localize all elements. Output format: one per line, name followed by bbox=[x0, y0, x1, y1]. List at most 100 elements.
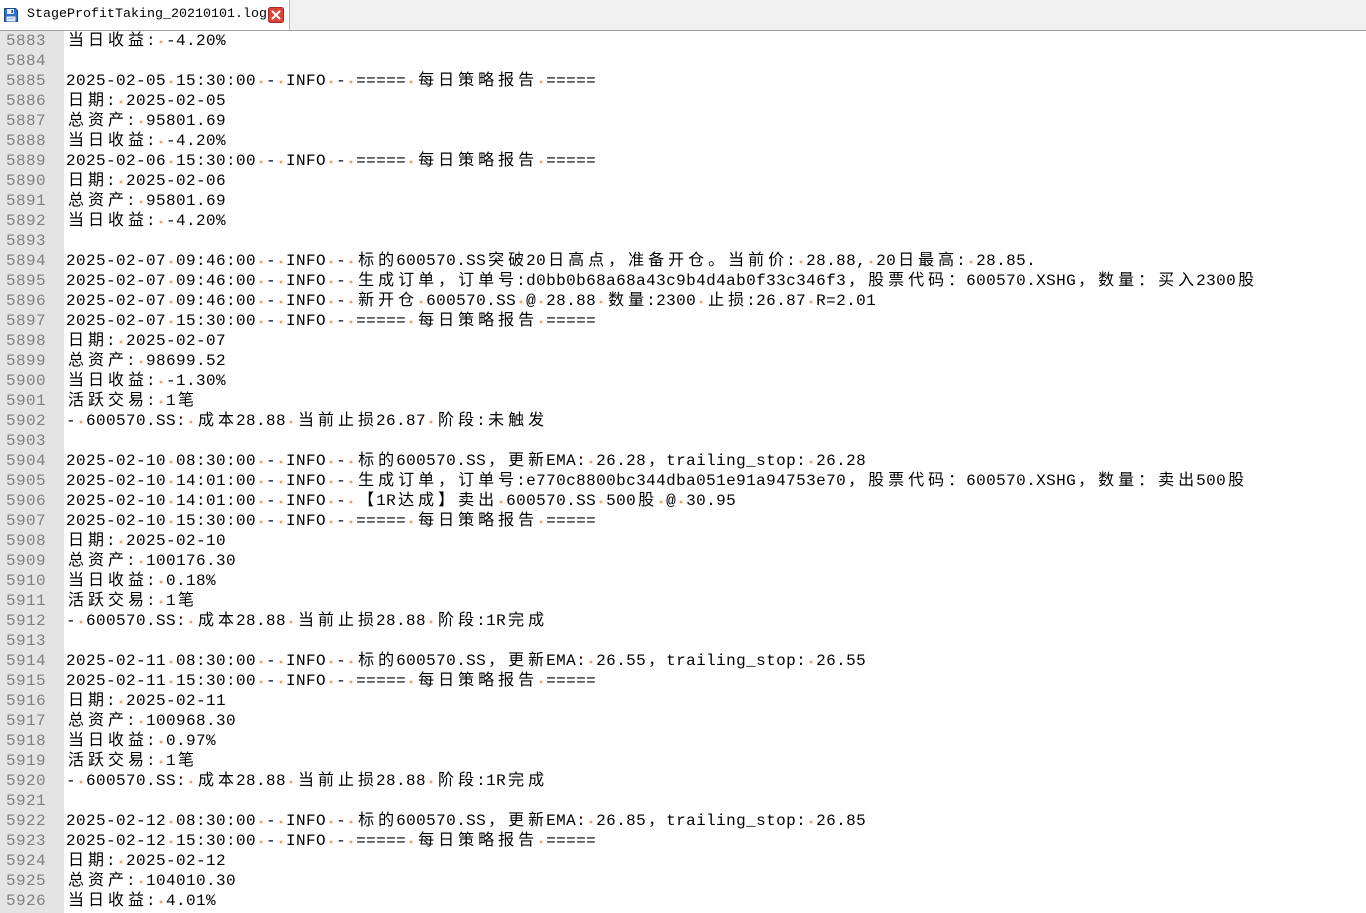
line-text[interactable]: 活跃交易: 1笔 bbox=[66, 591, 196, 611]
editor-line[interactable]: 5901 活跃交易: 1笔 bbox=[0, 391, 1366, 411]
editor-line[interactable]: 5915 2025-02-11 15:30:00 - INFO - ===== 每… bbox=[0, 671, 1366, 691]
whitespace-dot bbox=[116, 331, 127, 351]
editor-line[interactable]: 5895 2025-02-07 09:46:00 - INFO - 生成订单，订单… bbox=[0, 271, 1366, 291]
editor-line[interactable]: 5893 bbox=[0, 231, 1366, 251]
editor-line[interactable]: 5908 日期: 2025-02-10 bbox=[0, 531, 1366, 551]
close-tab-button[interactable] bbox=[268, 7, 284, 23]
editor-line[interactable]: 5903 bbox=[0, 431, 1366, 451]
editor-line[interactable]: 5892 当日收益: -4.20% bbox=[0, 211, 1366, 231]
wide-char: 前 bbox=[318, 412, 335, 430]
editor-line[interactable]: 5897 2025-02-07 15:30:00 - INFO - ===== 每… bbox=[0, 311, 1366, 331]
line-number: 5914 bbox=[6, 652, 47, 670]
editor-line[interactable]: 5899 总资产: 98699.52 bbox=[0, 351, 1366, 371]
line-text[interactable]: 2025-02-11 08:30:00 - INFO - 标的 600570.SS… bbox=[66, 651, 866, 671]
editor-line[interactable]: 5900 当日收益: -1.30% bbox=[0, 371, 1366, 391]
line-text[interactable]: 2025-02-07 15:30:00 - INFO - ===== 每日策略报… bbox=[66, 311, 596, 331]
line-text[interactable]: 日期: 2025-02-05 bbox=[66, 91, 226, 111]
tab-label: StageProfitTaking_20210101.log bbox=[27, 7, 267, 22]
editor-line[interactable]: 5884 bbox=[0, 51, 1366, 71]
line-text[interactable]: - 600570.SS: 成本 28.88 当前止损 28.88 阶段:1R 完成 bbox=[66, 771, 546, 791]
line-text[interactable]: 2025-02-07 09:46:00 - INFO - 生成订单，订单号:d0… bbox=[66, 271, 1256, 291]
editor-line[interactable]: 5888 当日收益: -4.20% bbox=[0, 131, 1366, 151]
editor-line[interactable]: 5919 活跃交易: 1笔 bbox=[0, 751, 1366, 771]
editor-line[interactable]: 5883 当日收益: -4.20% bbox=[0, 31, 1366, 51]
editor-line[interactable]: 5926 当日收益: 4.01% bbox=[0, 891, 1366, 911]
line-text[interactable]: 2025-02-10 14:01:00 - INFO - 生成订单，订单号:e7… bbox=[66, 471, 1246, 491]
line-text[interactable]: 2025-02-10 15:30:00 - INFO - ===== 每日策略报… bbox=[66, 511, 596, 531]
file-tab[interactable]: StageProfitTaking_20210101.log bbox=[0, 0, 290, 30]
wide-char: 成 bbox=[378, 472, 395, 490]
editor-line[interactable]: 5910 当日收益: 0.18% bbox=[0, 571, 1366, 591]
line-text[interactable]: 当日收益: 0.97% bbox=[66, 731, 216, 751]
line-text[interactable]: 2025-02-07 09:46:00 - INFO - 新开仓 600570.… bbox=[66, 291, 876, 311]
editor-area[interactable]: 5883 当日收益: -4.20% 5884 5885 2025-02-05 15:30… bbox=[0, 31, 1366, 913]
editor-line[interactable]: 5920 - 600570.SS: 成本 28.88 当前止损 28.88 阶段:1R… bbox=[0, 771, 1366, 791]
editor-line[interactable]: 5917 总资产: 100968.30 bbox=[0, 711, 1366, 731]
editor-line[interactable]: 5886 日期: 2025-02-05 bbox=[0, 91, 1366, 111]
line-text[interactable]: 日期: 2025-02-11 bbox=[66, 691, 226, 711]
line-text[interactable]: 2025-02-07 09:46:00 - INFO - 标的 600570.SS… bbox=[66, 251, 1036, 271]
line-number: 5919 bbox=[6, 752, 47, 770]
line-text[interactable]: 2025-02-06 15:30:00 - INFO - ===== 每日策略报… bbox=[66, 151, 596, 171]
editor-line[interactable]: 5918 当日收益: 0.97% bbox=[0, 731, 1366, 751]
editor-line[interactable]: 5921 bbox=[0, 791, 1366, 811]
editor-line[interactable]: 5924 日期: 2025-02-12 bbox=[0, 851, 1366, 871]
line-text[interactable]: 活跃交易: 1笔 bbox=[66, 391, 196, 411]
line-text[interactable]: 日期: 2025-02-06 bbox=[66, 171, 226, 191]
wide-char: 更 bbox=[508, 812, 525, 830]
line-text[interactable]: 总资产: 95801.69 bbox=[66, 111, 226, 131]
whitespace-dot bbox=[256, 311, 267, 331]
line-text[interactable]: 2025-02-10 08:30:00 - INFO - 标的 600570.SS… bbox=[66, 451, 866, 471]
editor-line[interactable]: 5907 2025-02-10 15:30:00 - INFO - ===== 每… bbox=[0, 511, 1366, 531]
line-text[interactable]: 日期: 2025-02-10 bbox=[66, 531, 226, 551]
editor-line[interactable]: 5887 总资产: 95801.69 bbox=[0, 111, 1366, 131]
editor-line[interactable]: 5891 总资产: 95801.69 bbox=[0, 191, 1366, 211]
line-text[interactable]: 2025-02-12 15:30:00 - INFO - ===== 每日策略报… bbox=[66, 831, 596, 851]
line-text[interactable]: 日期: 2025-02-07 bbox=[66, 331, 226, 351]
line-text[interactable]: 总资产: 104010.30 bbox=[66, 871, 236, 891]
editor-line[interactable]: 5913 bbox=[0, 631, 1366, 651]
line-text[interactable]: 当日收益: -4.20% bbox=[66, 131, 226, 151]
editor-line[interactable]: 5922 2025-02-12 08:30:00 - INFO - 标的 60057… bbox=[0, 811, 1366, 831]
editor-line[interactable]: 5896 2025-02-07 09:46:00 - INFO - 新开仓 600… bbox=[0, 291, 1366, 311]
line-text[interactable]: 总资产: 100968.30 bbox=[66, 711, 236, 731]
editor-line[interactable]: 5906 2025-02-10 14:01:00 - INFO - 【1R 达成】卖… bbox=[0, 491, 1366, 511]
whitespace-dot bbox=[346, 291, 357, 311]
whitespace-dot bbox=[326, 511, 337, 531]
wide-char: 股 bbox=[1238, 272, 1255, 290]
editor-line[interactable]: 5925 总资产: 104010.30 bbox=[0, 871, 1366, 891]
line-text[interactable]: 当日收益: 0.18% bbox=[66, 571, 216, 591]
editor-line[interactable]: 5912 - 600570.SS: 成本 28.88 当前止损 28.88 阶段:1R… bbox=[0, 611, 1366, 631]
editor-line[interactable]: 5894 2025-02-07 09:46:00 - INFO - 标的 60057… bbox=[0, 251, 1366, 271]
editor-line[interactable]: 5890 日期: 2025-02-06 bbox=[0, 171, 1366, 191]
line-text[interactable]: - 600570.SS: 成本 28.88 当前止损 28.88 阶段:1R 完成 bbox=[66, 611, 546, 631]
editor-line[interactable]: 5916 日期: 2025-02-11 bbox=[0, 691, 1366, 711]
editor-line[interactable]: 5898 日期: 2025-02-07 bbox=[0, 331, 1366, 351]
line-number: 5897 bbox=[6, 312, 47, 330]
line-text[interactable]: 活跃交易: 1笔 bbox=[66, 751, 196, 771]
line-text[interactable]: 总资产: 98699.52 bbox=[66, 351, 226, 371]
line-text[interactable]: 当日收益: 4.01% bbox=[66, 891, 216, 911]
editor-line[interactable]: 5909 总资产: 100176.30 bbox=[0, 551, 1366, 571]
editor-line[interactable]: 5905 2025-02-10 14:01:00 - INFO - 生成订单，订单… bbox=[0, 471, 1366, 491]
line-text[interactable]: 当日收益: -4.20% bbox=[66, 31, 226, 51]
editor-line[interactable]: 5904 2025-02-10 08:30:00 - INFO - 标的 60057… bbox=[0, 451, 1366, 471]
line-text[interactable]: - 600570.SS: 成本 28.88 当前止损 26.87 阶段:未触发 bbox=[66, 411, 546, 431]
editor-line[interactable]: 5902 - 600570.SS: 成本 28.88 当前止损 26.87 阶段:未触… bbox=[0, 411, 1366, 431]
whitespace-dot bbox=[166, 511, 177, 531]
line-text[interactable]: 2025-02-05 15:30:00 - INFO - ===== 每日策略报… bbox=[66, 71, 596, 91]
editor-line[interactable]: 5914 2025-02-11 08:30:00 - INFO - 标的 60057… bbox=[0, 651, 1366, 671]
editor-line[interactable]: 5911 活跃交易: 1笔 bbox=[0, 591, 1366, 611]
line-number: 5904 bbox=[6, 452, 47, 470]
editor-line[interactable]: 5889 2025-02-06 15:30:00 - INFO - ===== 每… bbox=[0, 151, 1366, 171]
editor-line[interactable]: 5885 2025-02-05 15:30:00 - INFO - ===== 每… bbox=[0, 71, 1366, 91]
editor-line[interactable]: 5923 2025-02-12 15:30:00 - INFO - ===== 每… bbox=[0, 831, 1366, 851]
line-text[interactable]: 日期: 2025-02-12 bbox=[66, 851, 226, 871]
line-text[interactable]: 当日收益: -4.20% bbox=[66, 211, 226, 231]
line-text[interactable]: 总资产: 95801.69 bbox=[66, 191, 226, 211]
line-text[interactable]: 2025-02-11 15:30:00 - INFO - ===== 每日策略报… bbox=[66, 671, 596, 691]
line-text[interactable]: 2025-02-10 14:01:00 - INFO - 【1R 达成】卖出 60… bbox=[66, 491, 736, 511]
line-text[interactable]: 当日收益: -1.30% bbox=[66, 371, 226, 391]
line-text[interactable]: 总资产: 100176.30 bbox=[66, 551, 236, 571]
line-text[interactable]: 2025-02-12 08:30:00 - INFO - 标的 600570.SS… bbox=[66, 811, 866, 831]
